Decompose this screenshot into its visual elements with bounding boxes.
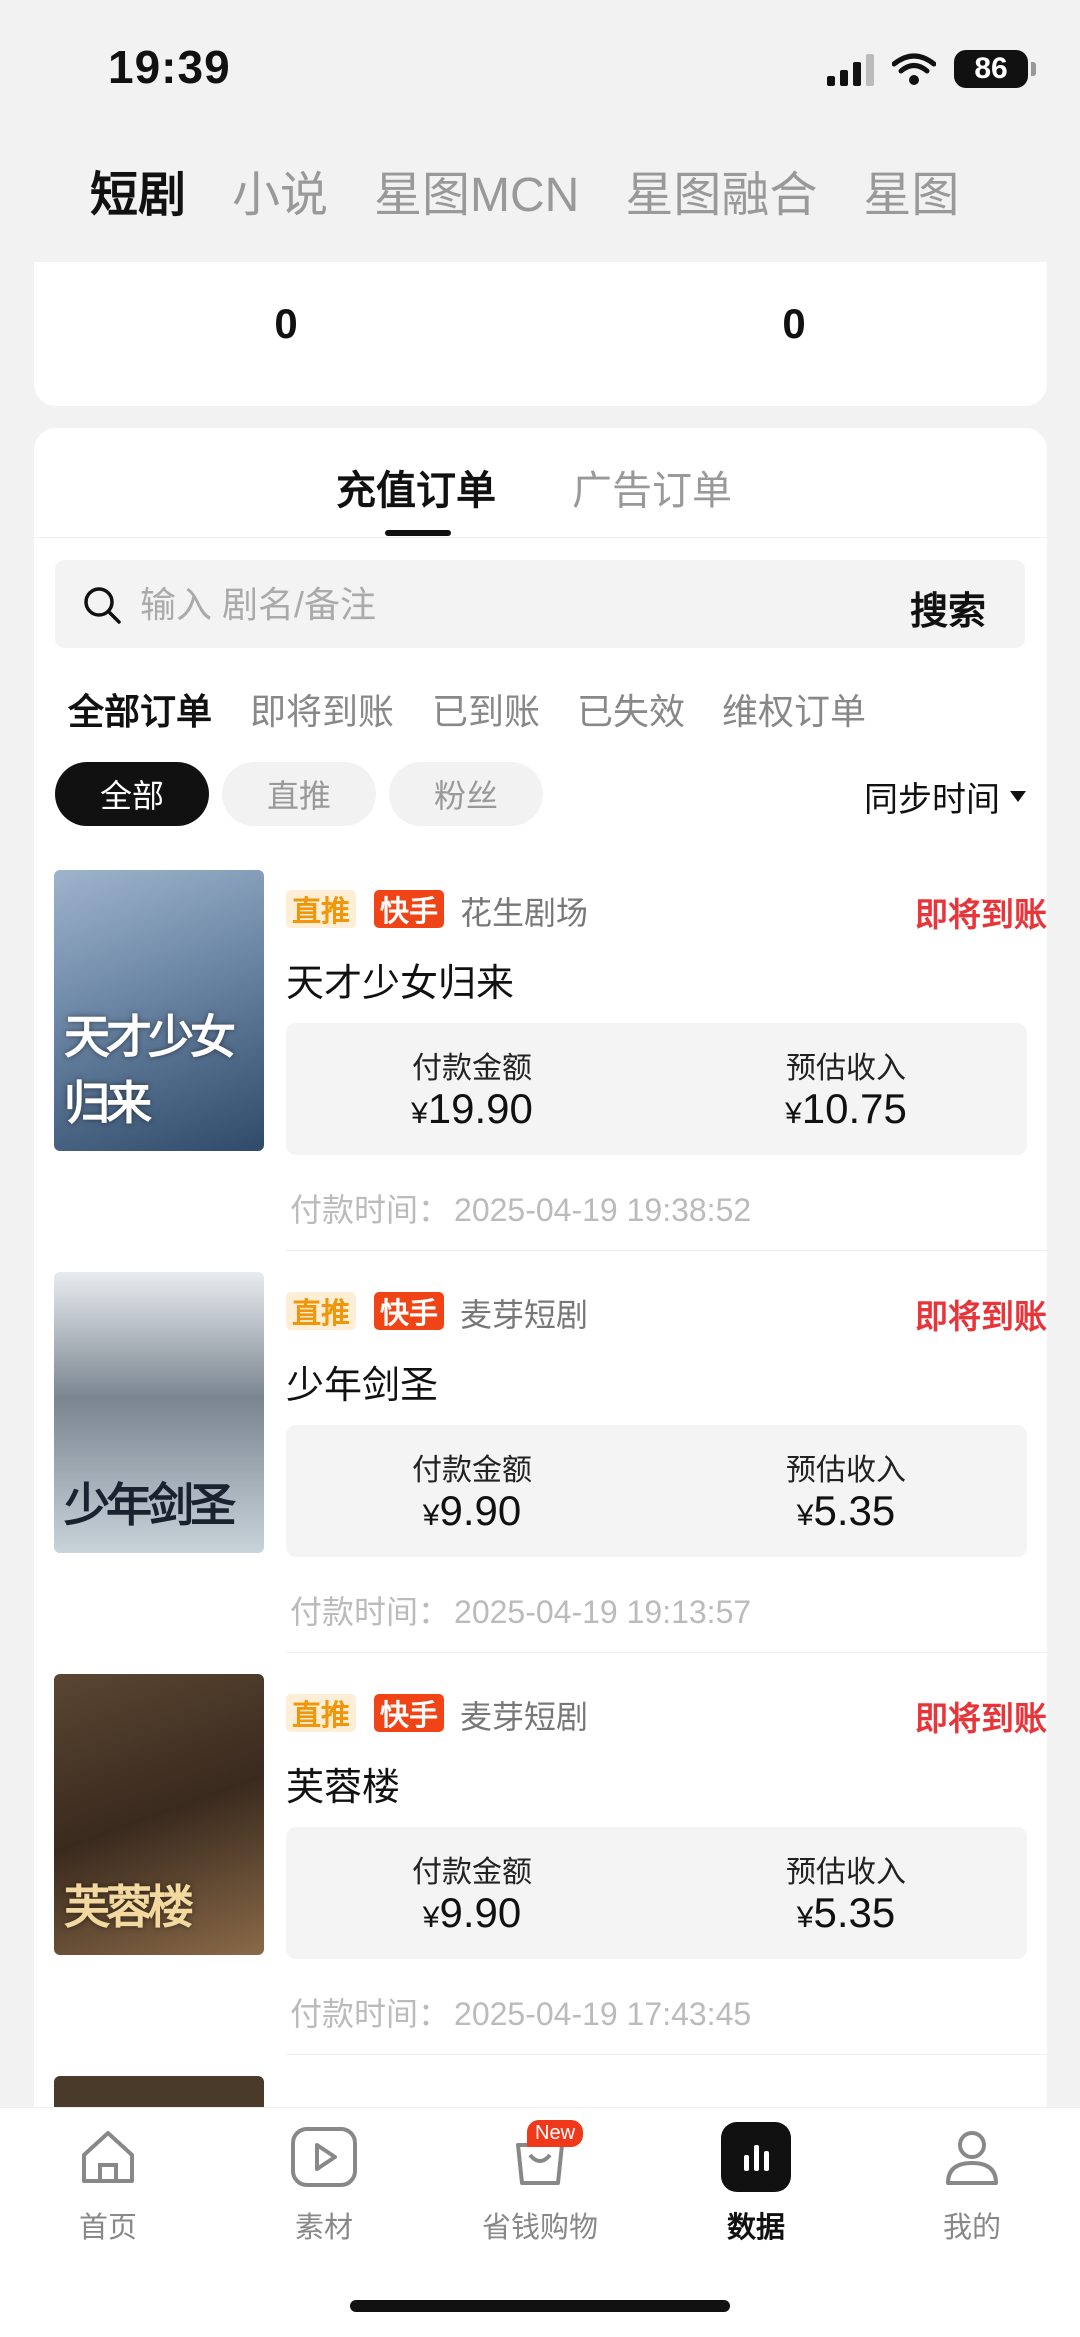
bar-chart-icon [721, 2122, 791, 2192]
divider [34, 537, 1047, 538]
income-label: 预估收入 [786, 1052, 906, 1085]
source-name: 麦芽短剧 [460, 1297, 589, 1333]
home-indicator[interactable] [350, 2300, 730, 2312]
poster-title-text: 少年剑圣 [64, 1478, 236, 1532]
tag-kuaishou: 快手 [374, 1292, 445, 1330]
tab-short-drama[interactable]: 短剧 [90, 155, 186, 225]
new-badge: New [527, 2120, 584, 2147]
poster-image: 芙蓉楼 [54, 1674, 264, 1955]
poster-title-text: 天才少女归来 [64, 1010, 236, 1130]
income-label: 预估收入 [786, 1454, 906, 1487]
tab-ad-orders[interactable]: 广告订单 [572, 458, 732, 516]
search-icon [84, 587, 121, 624]
poster-image: 少年剑圣 [54, 1272, 264, 1553]
tab-recharge-orders[interactable]: 充值订单 [336, 458, 496, 516]
order-item[interactable]: 芙蓉楼 直推 快手 麦芽短剧 即将到账 芙蓉楼 付款金额 ¥9.90 预估收入 … [34, 1674, 1047, 2076]
amount-box: 付款金额 ¥19.90 预估收入 ¥10.75 [286, 1023, 1027, 1155]
filter-expired[interactable]: 已失效 [577, 683, 685, 735]
nav-data[interactable]: 数据 [681, 2122, 831, 2246]
pay-time: 付款时间： 2025-04-19 19:13:57 [290, 1594, 752, 1630]
income-value: ¥10.75 [785, 1085, 907, 1132]
amount-label: 付款金额 [412, 1454, 532, 1487]
order-item[interactable]: 天才少女归来 直推 快手 花生剧场 即将到账 天才少女归来 付款金额 ¥19.9… [34, 870, 1047, 1272]
amount-label: 付款金额 [412, 1856, 532, 1889]
poster-image: 天才少女归来 [54, 870, 264, 1151]
tag-kuaishou: 快手 [374, 890, 445, 928]
order-status: 即将到账 [915, 896, 1047, 933]
nav-profile[interactable]: 我的 [897, 2122, 1047, 2246]
order-status: 即将到账 [915, 1298, 1047, 1335]
sort-sync-time[interactable]: 同步时间 [864, 772, 1026, 821]
amount-label: 付款金额 [412, 1052, 532, 1085]
filter-all-orders[interactable]: 全部订单 [68, 683, 212, 735]
user-icon [937, 2122, 1007, 2192]
nav-home[interactable]: 首页 [33, 2122, 183, 2246]
tab-novel[interactable]: 小说 [232, 155, 328, 225]
search-button[interactable]: 搜索 [910, 580, 986, 635]
drama-title: 芙蓉楼 [286, 1767, 401, 1809]
order-status: 即将到账 [915, 1700, 1047, 1737]
amount-box: 付款金额 ¥9.90 预估收入 ¥5.35 [286, 1425, 1027, 1557]
filter-arriving-soon[interactable]: 即将到账 [250, 683, 394, 735]
cellular-signal-icon [827, 52, 874, 86]
amount-value: ¥9.90 [422, 1889, 522, 1936]
filter-arrived[interactable]: 已到账 [432, 683, 540, 735]
summary-value-right: 0 [782, 300, 806, 347]
status-time: 19:39 [108, 41, 231, 93]
order-item[interactable]: 少年剑圣 直推 快手 麦芽短剧 即将到账 少年剑圣 付款金额 ¥9.90 预估收… [34, 1272, 1047, 1674]
income-value: ¥5.35 [796, 1487, 896, 1534]
chip-all[interactable]: 全部 [55, 762, 209, 826]
top-tab-bar: 短剧 小说 星图MCN 星图融合 星图 [90, 150, 1005, 230]
search-input[interactable] [140, 578, 840, 632]
wifi-icon [892, 53, 936, 85]
divider [286, 1652, 1047, 1653]
tab-xingtu-mcn[interactable]: 星图MCN [374, 155, 579, 225]
tag-direct: 直推 [286, 1292, 357, 1330]
poster-title-text: 芙蓉楼 [64, 1880, 194, 1934]
income-value: ¥5.35 [796, 1889, 896, 1936]
amount-value: ¥19.90 [411, 1085, 533, 1132]
chip-direct[interactable]: 直推 [222, 762, 376, 826]
pay-time: 付款时间： 2025-04-19 17:43:45 [290, 1996, 752, 2032]
amount-box: 付款金额 ¥9.90 预估收入 ¥5.35 [286, 1827, 1027, 1959]
tab-xingtu-fusion[interactable]: 星图融合 [625, 155, 817, 225]
sort-label: 同步时间 [864, 781, 1000, 819]
divider [286, 1250, 1047, 1251]
nav-material[interactable]: 素材 [249, 2122, 399, 2246]
drama-title: 少年剑圣 [286, 1365, 439, 1407]
tag-direct: 直推 [286, 890, 357, 928]
tag-kuaishou: 快手 [374, 1694, 445, 1732]
status-icons: 86 [827, 50, 1036, 88]
income-label: 预估收入 [786, 1856, 906, 1889]
home-icon [73, 2122, 143, 2192]
battery-indicator: 86 [954, 50, 1036, 88]
tab-xingtu[interactable]: 星图 [863, 155, 959, 225]
divider [286, 2054, 1047, 2055]
play-icon [289, 2122, 359, 2192]
filter-dispute-orders[interactable]: 维权订单 [722, 683, 866, 735]
amount-value: ¥9.90 [422, 1487, 522, 1534]
pay-time: 付款时间： 2025-04-19 19:38:52 [290, 1192, 752, 1228]
source-name: 麦芽短剧 [460, 1699, 589, 1735]
drama-title: 天才少女归来 [286, 963, 515, 1005]
summary-value-left: 0 [274, 300, 298, 347]
caret-down-icon [1010, 791, 1026, 802]
tag-direct: 直推 [286, 1694, 357, 1732]
source-name: 花生剧场 [460, 895, 589, 931]
active-tab-indicator [385, 530, 451, 536]
chip-fans[interactable]: 粉丝 [389, 762, 543, 826]
